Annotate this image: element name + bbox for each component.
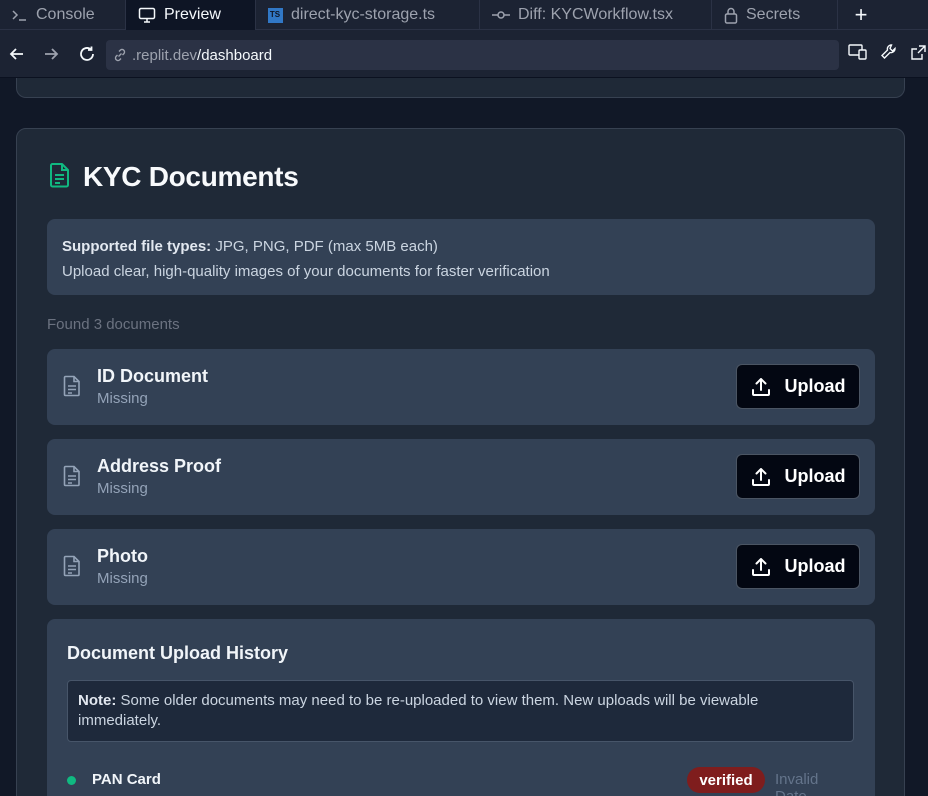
kyc-heading: KYC Documents	[49, 161, 299, 193]
document-icon	[63, 555, 81, 582]
history-item-date: Invalid Date	[775, 771, 819, 796]
upload-label: Upload	[784, 556, 846, 576]
open-external-icon[interactable]	[910, 43, 926, 66]
new-tab-button[interactable]: +	[838, 0, 884, 30]
tab-label: direct-kyc-storage.ts	[291, 6, 436, 23]
back-button[interactable]	[0, 37, 34, 71]
url-domain: .replit.dev	[132, 46, 198, 64]
tab-direct-kyc-storage[interactable]: TS direct-kyc-storage.ts	[256, 0, 480, 30]
upload-history-panel: Document Upload History Note: Some older…	[47, 619, 875, 796]
reload-button[interactable]	[70, 37, 104, 71]
document-status: Missing	[97, 480, 148, 497]
tab-bar: Console Preview TS direct-kyc-storage.ts…	[0, 0, 928, 30]
upload-label: Upload	[784, 466, 846, 486]
toolbar-right	[848, 30, 928, 78]
devices-icon[interactable]	[848, 43, 868, 66]
upload-icon	[751, 467, 770, 486]
document-icon	[63, 375, 81, 402]
upload-button[interactable]: Upload	[736, 454, 860, 499]
document-name: Address Proof	[97, 456, 222, 476]
document-status: Missing	[97, 570, 148, 587]
page-title: KYC Documents	[83, 161, 299, 192]
git-commit-icon	[492, 9, 510, 21]
history-item-name: PAN Card	[92, 771, 161, 788]
status-badge: verified	[687, 767, 765, 793]
tab-label: Preview	[164, 6, 221, 23]
url-path: /dashboard	[197, 46, 273, 64]
document-icon	[63, 465, 81, 492]
history-title: Document Upload History	[67, 643, 289, 663]
document-name: Photo	[97, 546, 148, 566]
forward-button[interactable]	[34, 37, 68, 71]
info-label: Supported file types:	[62, 238, 212, 255]
document-status: Missing	[97, 390, 148, 407]
typescript-file-icon: TS	[268, 7, 283, 23]
status-dot	[67, 776, 76, 785]
history-item[interactable]: PAN Card verified Invalid Date	[67, 767, 854, 796]
tab-console[interactable]: Console	[0, 0, 126, 30]
arrow-right-icon	[45, 48, 59, 60]
info-hint: Upload clear, high-quality images of you…	[62, 263, 550, 280]
link-icon	[114, 48, 126, 62]
arrow-left-icon	[9, 48, 23, 60]
document-row-address: Address Proof Missing Upload	[47, 439, 875, 515]
upload-button[interactable]: Upload	[736, 544, 860, 589]
previous-card	[16, 78, 905, 98]
found-count: Found 3 documents	[47, 316, 180, 333]
page-content: KYC Documents Supported file types: JPG,…	[0, 78, 928, 796]
info-types: JPG, PNG, PDF (max 5MB each)	[211, 238, 438, 255]
file-text-icon	[49, 162, 71, 193]
history-note: Note: Some older documents may need to b…	[67, 680, 854, 742]
reload-icon	[80, 46, 94, 61]
tab-secrets[interactable]: Secrets	[712, 0, 838, 30]
document-row-id: ID Document Missing Upload	[47, 349, 875, 425]
tab-preview[interactable]: Preview	[126, 0, 256, 30]
supported-types-info: Supported file types: JPG, PNG, PDF (max…	[47, 219, 875, 295]
document-row-photo: Photo Missing Upload	[47, 529, 875, 605]
plus-icon: +	[854, 2, 868, 27]
lock-icon	[724, 7, 738, 24]
tab-label: Console	[36, 6, 95, 23]
upload-button[interactable]: Upload	[736, 364, 860, 409]
terminal-icon	[12, 8, 28, 22]
monitor-icon	[138, 7, 156, 23]
upload-icon	[751, 377, 770, 396]
note-label: Note:	[78, 692, 117, 709]
upload-label: Upload	[784, 376, 846, 396]
wrench-icon[interactable]	[880, 43, 898, 66]
tab-label: Secrets	[746, 6, 801, 23]
tab-diff-kycworkflow[interactable]: Diff: KYCWorkflow.tsx	[480, 0, 712, 30]
browser-toolbar: .replit.dev/dashboard	[0, 30, 928, 78]
document-name: ID Document	[97, 366, 209, 386]
tab-label: Diff: KYCWorkflow.tsx	[518, 6, 673, 23]
address-bar[interactable]: .replit.dev/dashboard	[106, 40, 839, 70]
upload-icon	[751, 557, 770, 576]
note-text: Some older documents may need to be re-u…	[78, 692, 759, 729]
kyc-documents-card: KYC Documents Supported file types: JPG,…	[16, 128, 905, 796]
